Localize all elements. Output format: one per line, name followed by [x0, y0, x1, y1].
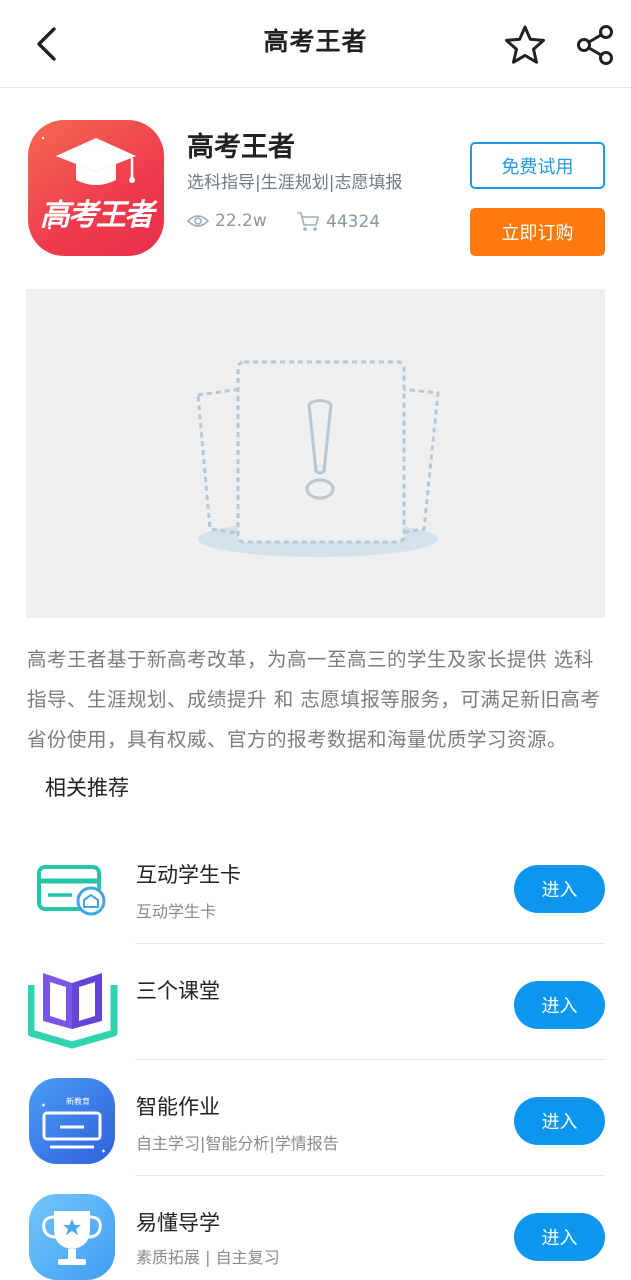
enter-button[interactable]: 进入: [514, 1213, 605, 1261]
app-tags: 选科指导|生涯规划|志愿填报: [187, 173, 403, 193]
item-description: 素质拓展 | 自主复习: [136, 1248, 280, 1267]
app-logo: 高考王者: [28, 120, 164, 256]
smart-homework-icon: 新教育: [28, 1077, 118, 1167]
enter-button[interactable]: 进入: [514, 865, 605, 913]
app-name: 高考王者: [187, 132, 295, 163]
logo-wordmark: 高考王者: [40, 198, 154, 233]
divider: [135, 1175, 605, 1176]
view-count: 22.2w: [187, 211, 267, 231]
free-trial-button[interactable]: 免费试用: [470, 142, 605, 189]
icon-badge-text: 新教育: [66, 1097, 90, 1106]
top-bar: 高考王者: [0, 0, 631, 88]
banner-image-placeholder: [26, 289, 605, 618]
image-error-icon: [196, 360, 440, 557]
enter-button[interactable]: 进入: [514, 1097, 605, 1145]
graduation-cap-icon: [42, 137, 143, 230]
item-name: 互动学生卡: [136, 863, 241, 887]
enter-button[interactable]: 进入: [514, 981, 605, 1029]
share-icon: [577, 25, 613, 65]
trophy-icon: [28, 1193, 118, 1280]
divider: [135, 1059, 605, 1060]
item-name: 智能作业: [136, 1095, 220, 1119]
list-item[interactable]: 新教育 智能作业 自主学习|智能分析|学情报告 进入: [0, 1077, 631, 1193]
favorite-button[interactable]: [502, 22, 548, 68]
share-button[interactable]: [572, 22, 618, 68]
star-icon: [505, 25, 545, 64]
item-description: 自主学习|智能分析|学情报告: [136, 1134, 339, 1153]
list-item[interactable]: 三个课堂 进入: [0, 961, 631, 1077]
related-recommendations-title: 相关推荐: [45, 776, 129, 800]
app-description: 高考王者基于新高考改革，为高一至高三的学生及家长提供 选科指导、生涯规划、成绩提…: [27, 648, 601, 751]
list-item[interactable]: 易懂导学 素质拓展 | 自主复习 进入: [0, 1193, 631, 1280]
divider: [135, 943, 605, 944]
cart-icon: [297, 212, 319, 231]
open-book-icon: [27, 965, 118, 1055]
purchase-count: 44324: [296, 211, 380, 233]
item-name: 三个课堂: [136, 979, 220, 1003]
purchase-count-value: 44324: [326, 212, 381, 232]
view-count-value: 22.2w: [215, 211, 267, 231]
eye-icon: [187, 215, 209, 227]
list-item[interactable]: 互动学生卡 互动学生卡 进入: [0, 845, 631, 961]
student-card-icon: [28, 845, 118, 935]
subscribe-button[interactable]: 立即订购: [470, 208, 605, 256]
item-name: 易懂导学: [136, 1211, 220, 1235]
item-description: 互动学生卡: [136, 902, 217, 921]
